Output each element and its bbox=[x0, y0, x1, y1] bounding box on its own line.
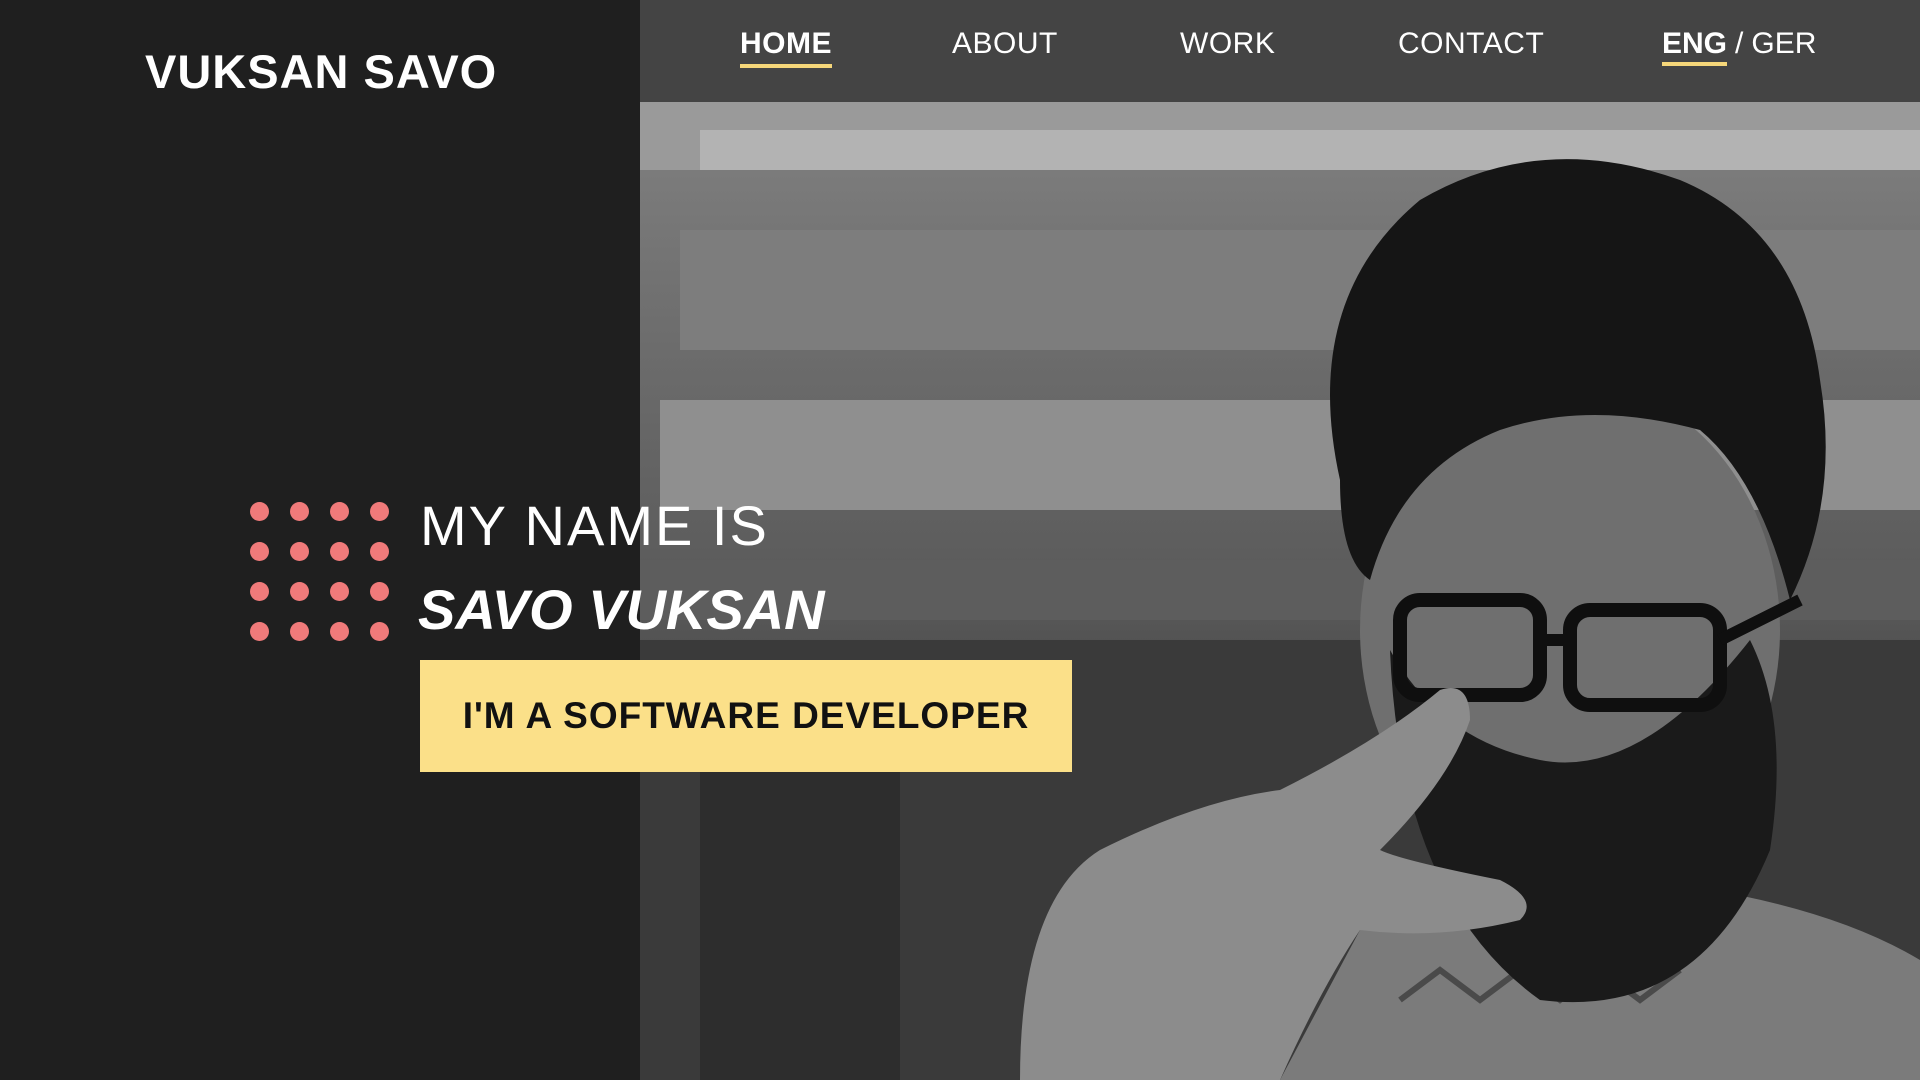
dot bbox=[290, 582, 309, 601]
top-navigation: HOME ABOUT WORK CONTACT ENG / GER bbox=[640, 0, 1920, 102]
hero-tagline-badge: I'M A SOFTWARE DEVELOPER bbox=[420, 660, 1072, 772]
nav-item-work[interactable]: WORK bbox=[1180, 26, 1275, 62]
page: VUKSAN SAVO HOME ABOUT WORK CONTACT ENG /… bbox=[0, 0, 1920, 1080]
language-eng[interactable]: ENG bbox=[1662, 27, 1727, 60]
hero-name: SAVO VUKSAN bbox=[418, 578, 825, 641]
site-logo[interactable]: VUKSAN SAVO bbox=[145, 44, 497, 99]
dot bbox=[250, 622, 269, 641]
nav-item-about[interactable]: ABOUT bbox=[952, 26, 1058, 62]
language-switcher: ENG / GER bbox=[1662, 26, 1816, 62]
dot bbox=[250, 542, 269, 561]
dot bbox=[370, 582, 389, 601]
hero-intro: MY NAME IS bbox=[420, 494, 769, 557]
portrait-illustration bbox=[640, 100, 1920, 1080]
hero-tagline: I'M A SOFTWARE DEVELOPER bbox=[462, 695, 1030, 736]
dot bbox=[330, 582, 349, 601]
hero-portrait-photo bbox=[640, 0, 1920, 1080]
dot bbox=[290, 622, 309, 641]
dot bbox=[250, 502, 269, 521]
dot bbox=[330, 542, 349, 561]
dot-grid-icon bbox=[250, 502, 390, 642]
dot bbox=[250, 582, 269, 601]
language-ger[interactable]: GER bbox=[1751, 27, 1816, 60]
nav-item-home[interactable]: HOME bbox=[740, 26, 832, 68]
dot bbox=[330, 502, 349, 521]
dot bbox=[370, 622, 389, 641]
dot bbox=[370, 502, 389, 521]
language-separator: / bbox=[1735, 27, 1744, 60]
dot bbox=[330, 622, 349, 641]
dot bbox=[290, 542, 309, 561]
dot bbox=[290, 502, 309, 521]
nav-item-contact[interactable]: CONTACT bbox=[1398, 26, 1544, 62]
dot bbox=[370, 542, 389, 561]
